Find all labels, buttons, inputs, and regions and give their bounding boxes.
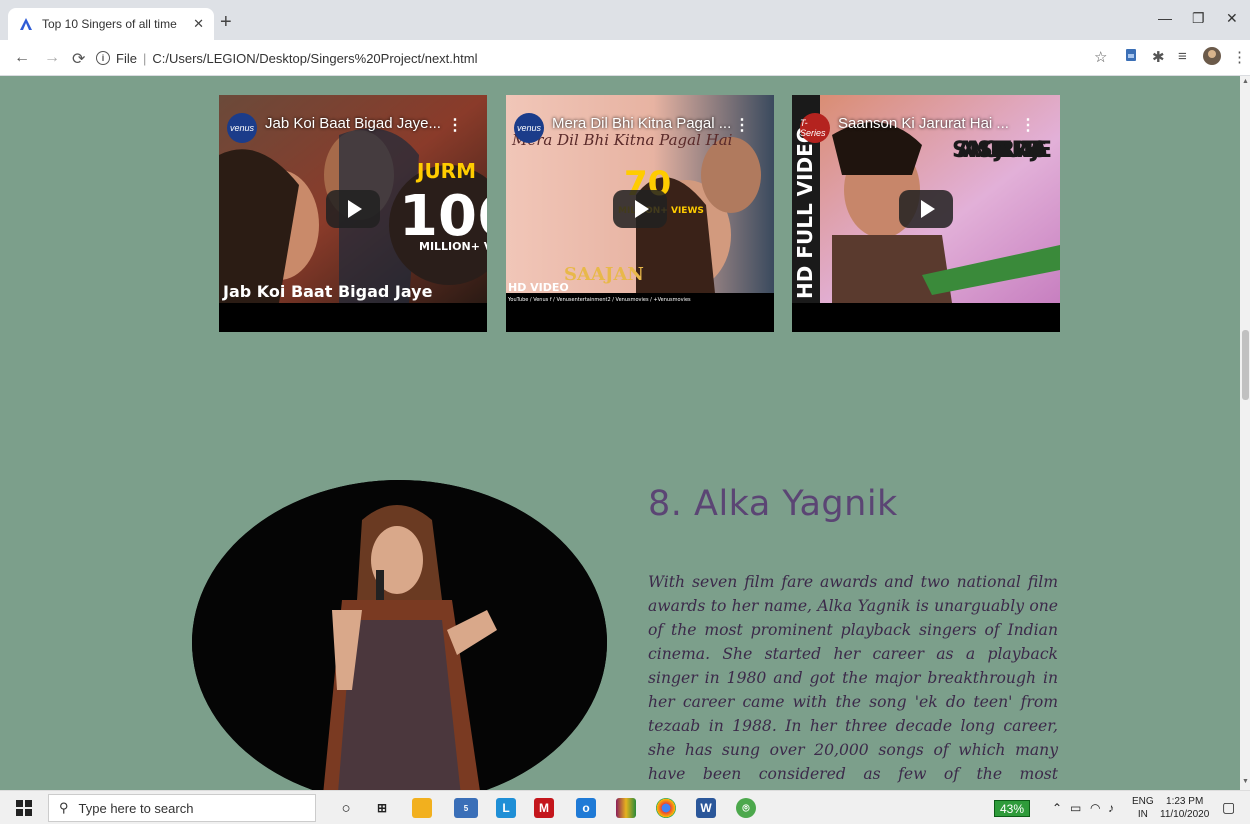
l-app-icon[interactable]: L	[496, 798, 516, 818]
social-strip: YouTube / Venus f / Venusentertainment2 …	[507, 297, 691, 303]
tab-strip: Top 10 Singers of all time ✕ + — ❐ ✕	[0, 0, 1250, 40]
overlay-caption: Jab Koi Baat Bigad Jaye	[222, 282, 433, 301]
singer-portrait	[192, 480, 607, 805]
scrollbar-thumb[interactable]	[1242, 330, 1249, 400]
overlay-top: JURM	[415, 159, 476, 183]
new-tab-button[interactable]: +	[220, 12, 232, 32]
chrome-tab-icon	[18, 16, 34, 32]
address-url: C:/Users/LEGION/Desktop/Singers%20Projec…	[152, 50, 478, 66]
singer-heading: 8. Alka Yagnik	[648, 484, 898, 524]
side-label: HD FULL VIDEO	[793, 126, 817, 299]
mail-icon[interactable]: 5	[454, 798, 478, 818]
overlay-small: MILLION+ VIEWS	[419, 240, 487, 253]
more-icon[interactable]: ⋮	[1020, 115, 1036, 135]
puzzle-icon[interactable]: ✱	[1152, 48, 1165, 66]
more-icon[interactable]: ⋮	[447, 115, 463, 135]
page-scrollbar[interactable]: ▲ ▼	[1240, 76, 1250, 790]
video-embed-3[interactable]: HD FULL VIDEO SAANSON KI JARURAT HAI JAI…	[792, 95, 1060, 332]
language-indicator[interactable]: ENG IN	[1132, 795, 1154, 821]
forward-icon[interactable]: →	[44, 49, 60, 67]
address-separator: |	[142, 50, 147, 66]
extension-icon[interactable]	[1124, 48, 1138, 66]
clock-date: 11/10/2020	[1160, 809, 1210, 820]
play-button[interactable]	[613, 190, 667, 228]
maximize-icon[interactable]: ❐	[1192, 10, 1205, 27]
cortana-icon[interactable]: ○	[336, 798, 356, 818]
chrome-icon[interactable]	[656, 798, 676, 818]
video-title[interactable]: Jab Koi Baat Bigad Jaye...	[265, 115, 441, 132]
film-title: SAAJAN	[564, 264, 644, 285]
channel-avatar[interactable]: venus	[227, 113, 257, 143]
overlay-big: SAANSON KI JARURAT HAI JAISE	[952, 138, 1052, 163]
mcafee-icon[interactable]: M	[534, 798, 554, 818]
close-tab-icon[interactable]: ✕	[193, 16, 204, 32]
search-placeholder: Type here to search	[78, 800, 194, 816]
notification-icon[interactable]: ▢	[1222, 799, 1235, 816]
taskbar-search[interactable]: ⚲ Type here to search	[48, 794, 316, 822]
channel-avatar[interactable]: venus	[514, 113, 544, 143]
video-title[interactable]: Saanson Ki Jarurat Hai ...	[838, 115, 1009, 132]
windows-taskbar: ⚲ Type here to search ○ ⊞ 5 L M o W ⌾ 43…	[0, 790, 1250, 824]
task-view-icon[interactable]: ⊞	[372, 798, 392, 818]
singer-bio: With seven film fare awards and two nati…	[648, 573, 1058, 807]
scroll-down-icon[interactable]: ▼	[1242, 778, 1249, 785]
tab-title: Top 10 Singers of all time	[42, 17, 177, 31]
winrar-icon[interactable]	[616, 798, 636, 818]
channel-avatar[interactable]: T-Series	[800, 113, 830, 143]
lang-bottom: IN	[1137, 809, 1148, 820]
video-title[interactable]: Mera Dil Bhi Kitna Pagal ...	[552, 115, 731, 132]
word-icon[interactable]: W	[696, 798, 716, 818]
browser-toolbar: ← → ⟳ i File | C:/Users/LEGION/Desktop/S…	[0, 40, 1250, 76]
more-icon[interactable]: ⋮	[734, 115, 750, 135]
video-embed-2[interactable]: Mera Dil Bhi Kitna Pagal Hai 70 MILLION+…	[506, 95, 774, 332]
scroll-up-icon[interactable]: ▲	[1242, 78, 1249, 85]
browser-tab[interactable]: Top 10 Singers of all time ✕	[8, 8, 214, 40]
mail-badge: 5	[463, 803, 469, 813]
battery-indicator[interactable]: 43%	[994, 800, 1030, 817]
profile-icon[interactable]	[1202, 46, 1222, 70]
search-icon: ⚲	[59, 800, 69, 815]
info-icon[interactable]: i	[96, 51, 110, 65]
device-icon[interactable]: ▭	[1070, 801, 1081, 815]
star-icon[interactable]: ☆	[1094, 48, 1107, 66]
video-embed-1[interactable]: JURM 106 MILLION+ VIEWS Jab Koi Baat Big…	[219, 95, 487, 332]
close-window-icon[interactable]: ✕	[1226, 10, 1238, 27]
minimize-icon[interactable]: —	[1158, 10, 1172, 26]
overlay-caption: HD VIDEO	[508, 281, 569, 294]
volume-icon[interactable]: ♪	[1108, 801, 1114, 815]
outlook-icon[interactable]: o	[576, 798, 596, 818]
lang-top: ENG	[1132, 796, 1154, 807]
file-explorer-icon[interactable]	[412, 798, 432, 818]
other-app-icon[interactable]: ⌾	[736, 798, 756, 818]
address-prefix: File	[116, 50, 137, 66]
play-button[interactable]	[326, 190, 380, 228]
reload-icon[interactable]: ⟳	[72, 49, 85, 69]
menu-icon[interactable]: ⋮	[1232, 48, 1247, 66]
clock[interactable]: 1:23 PM 11/10/2020	[1160, 795, 1209, 821]
clock-time: 1:23 PM	[1166, 796, 1204, 807]
reading-list-icon[interactable]: ≡	[1178, 48, 1187, 65]
show-hidden-icon[interactable]: ⌃	[1052, 801, 1062, 815]
play-button[interactable]	[899, 190, 953, 228]
overlay-script: Mera Dil Bhi Kitna Pagal Hai	[511, 131, 733, 149]
windows-icon[interactable]	[16, 800, 32, 816]
wifi-icon[interactable]: ◠	[1090, 801, 1100, 815]
back-icon[interactable]: ←	[14, 49, 30, 67]
address-bar[interactable]: i File | C:/Users/LEGION/Desktop/Singers…	[96, 45, 1096, 71]
